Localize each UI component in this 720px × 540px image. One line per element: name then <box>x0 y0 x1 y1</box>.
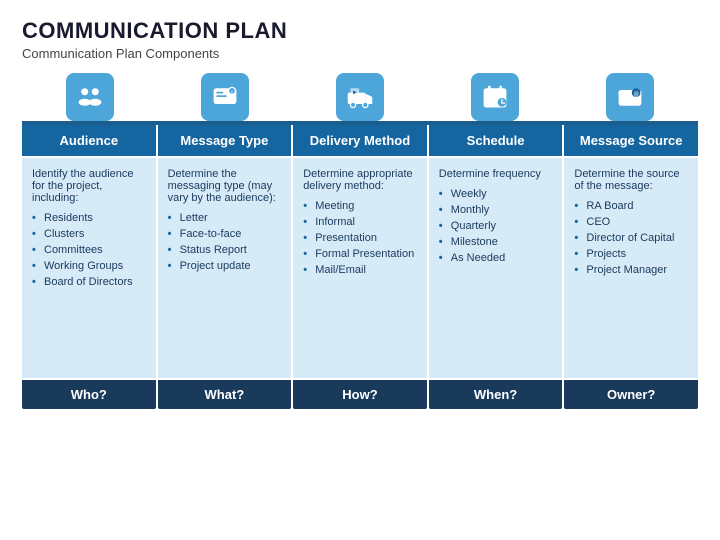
list-item: Project update <box>168 258 282 274</box>
icon-cell-message-type: ! <box>157 73 292 121</box>
message-icon: ! <box>201 73 249 121</box>
header-message-source: Message Source <box>564 125 698 156</box>
list-item: Mail/Email <box>303 262 417 278</box>
schedule-list: Weekly Monthly Quarterly Milestone As Ne… <box>439 186 553 266</box>
list-item: Informal <box>303 214 417 230</box>
list-item: Projects <box>574 246 688 262</box>
audience-list: Residents Clusters Committees Working Gr… <box>32 210 146 290</box>
delivery-list: Meeting Informal Presentation Formal Pre… <box>303 198 417 278</box>
content-row: Identify the audience for the project, i… <box>22 158 698 378</box>
content-message-source: Determine the source of the message: RA … <box>564 158 698 378</box>
content-schedule: Determine frequency Weekly Monthly Quart… <box>429 158 563 378</box>
list-item: Project Manager <box>574 262 688 278</box>
content-message-type: Determine the messaging type (may vary b… <box>158 158 292 378</box>
email-icon: @ <box>606 73 654 121</box>
communication-plan-table: ! ▶ <box>22 73 698 409</box>
header-delivery-method: Delivery Method <box>293 125 427 156</box>
list-item: Meeting <box>303 198 417 214</box>
footer-delivery-method: How? <box>293 380 427 409</box>
list-item: Presentation <box>303 230 417 246</box>
source-list: RA Board CEO Director of Capital Project… <box>574 198 688 278</box>
svg-text:@: @ <box>634 91 639 97</box>
footer-message-type: What? <box>158 380 292 409</box>
list-item: Committees <box>32 242 146 258</box>
schedule-icon <box>471 73 519 121</box>
page-title: COMMUNICATION PLAN <box>22 18 698 44</box>
footer-schedule: When? <box>429 380 563 409</box>
footer-message-source: Owner? <box>564 380 698 409</box>
footer-audience: Who? <box>22 380 156 409</box>
list-item: Residents <box>32 210 146 226</box>
footer-row: Who? What? How? When? Owner? <box>22 380 698 409</box>
delivery-icon: ▶ <box>336 73 384 121</box>
list-item: Board of Directors <box>32 274 146 290</box>
list-item: Monthly <box>439 202 553 218</box>
icon-cell-delivery: ▶ <box>292 73 427 121</box>
list-item: Quarterly <box>439 218 553 234</box>
list-item: Letter <box>168 210 282 226</box>
icon-cell-schedule <box>428 73 563 121</box>
header-message-type: Message Type <box>158 125 292 156</box>
message-type-list: Letter Face-to-face Status Report Projec… <box>168 210 282 274</box>
list-item: Weekly <box>439 186 553 202</box>
list-item: Clusters <box>32 226 146 242</box>
icon-cell-audience <box>22 73 157 121</box>
page-subtitle: Communication Plan Components <box>22 46 698 61</box>
list-item: Face-to-face <box>168 226 282 242</box>
header-row: Audience Message Type Delivery Method Sc… <box>22 121 698 156</box>
list-item: RA Board <box>574 198 688 214</box>
list-item: CEO <box>574 214 688 230</box>
list-item: Status Report <box>168 242 282 258</box>
content-delivery-method: Determine appropriate delivery method: M… <box>293 158 427 378</box>
icon-row: ! ▶ <box>22 73 698 121</box>
list-item: Director of Capital <box>574 230 688 246</box>
content-audience: Identify the audience for the project, i… <box>22 158 156 378</box>
header-audience: Audience <box>22 125 156 156</box>
header-schedule: Schedule <box>429 125 563 156</box>
list-item: As Needed <box>439 250 553 266</box>
icon-cell-source: @ <box>563 73 698 121</box>
list-item: Milestone <box>439 234 553 250</box>
list-item: Formal Presentation <box>303 246 417 262</box>
audience-icon <box>66 73 114 121</box>
svg-text:▶: ▶ <box>352 90 357 95</box>
list-item: Working Groups <box>32 258 146 274</box>
